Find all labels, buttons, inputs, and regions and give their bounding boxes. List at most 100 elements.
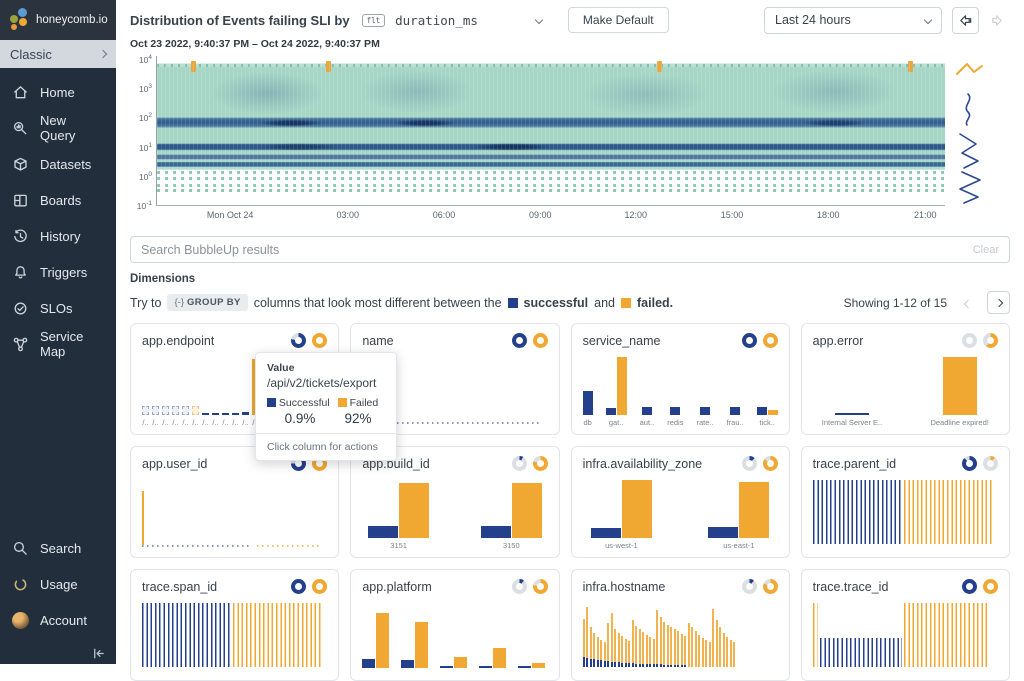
bar[interactable] [730,407,741,415]
bar[interactable] [635,664,638,667]
dimension-card[interactable]: infra.availability_zone us-west-1 us-east-… [570,446,790,558]
bar-group[interactable]: /.. [162,406,169,427]
make-default-button[interactable]: Make Default [567,7,669,33]
bar[interactable] [142,491,144,545]
bar[interactable] [603,661,606,667]
bar-group[interactable]: /.. [192,406,199,427]
dimension-card[interactable]: app.error Internal Server E.. Deadline exp… [800,323,1010,435]
bar-group[interactable]: us-east-1 [708,482,770,550]
bar[interactable] [729,640,732,667]
sidebar-item-history[interactable]: History [0,218,116,254]
bar[interactable] [586,658,589,667]
bar-group[interactable]: us-west-1 [590,480,652,550]
dimension-card[interactable]: trace.parent_id [800,446,1010,558]
bar[interactable] [670,407,681,415]
stripe-block[interactable] [812,480,902,544]
bar[interactable] [479,666,493,668]
bar-group[interactable]: 3151 [368,483,430,550]
bar-group[interactable]: Internal Server E.. [822,413,882,427]
dimension-card[interactable]: service_name db gat.. aut.. redis rate.. frau.… [570,323,790,435]
bar[interactable] [192,406,199,415]
bar[interactable] [739,482,770,538]
bar-group[interactable]: Deadline expired! [930,357,989,427]
previous-page-button[interactable] [963,296,973,310]
bar[interactable] [700,407,711,415]
field-selector[interactable]: duration_ms [395,13,478,28]
bar-group[interactable]: /.. [222,413,229,427]
bar[interactable] [605,408,616,415]
bar-group[interactable]: tick.. [756,407,778,427]
sidebar-item-search[interactable]: Search [0,530,116,566]
bar-group[interactable]: frau.. [727,407,744,427]
bar[interactable] [582,657,585,667]
sidebar-item-account[interactable]: Account [0,602,116,638]
bar[interactable] [607,661,610,667]
bar[interactable] [212,413,219,415]
logo[interactable]: honeycomb.io [0,0,116,40]
bar[interactable] [663,665,666,667]
bar[interactable] [454,657,468,668]
bar[interactable] [590,528,621,538]
bar[interactable] [368,526,399,538]
bar-group[interactable] [440,657,468,668]
dimension-card[interactable]: app.user_id [130,446,340,558]
bar[interactable] [733,642,736,667]
bar[interactable] [610,662,613,667]
sidebar-item-triggers[interactable]: Triggers [0,254,116,290]
bar[interactable] [415,622,429,668]
bar-group[interactable]: redis [667,407,683,427]
bar[interactable] [589,659,592,667]
bar-group[interactable]: /.. [202,413,209,427]
bar[interactable] [493,648,507,668]
bar[interactable] [715,620,718,667]
bar[interactable] [767,410,778,415]
bar[interactable] [687,623,690,667]
bar[interactable] [641,407,652,415]
bar[interactable] [694,631,697,667]
bar[interactable] [222,413,229,415]
bar[interactable] [152,406,159,415]
bar-group[interactable] [401,622,429,668]
bar[interactable] [708,527,739,538]
stripe-block[interactable] [820,637,902,667]
sidebar-item-slos[interactable]: SLOs [0,290,116,326]
bar[interactable] [162,406,169,415]
bar[interactable] [638,664,641,667]
bar-group[interactable]: aut.. [640,407,654,427]
bar[interactable] [172,406,179,415]
search-input[interactable] [141,242,973,257]
bar[interactable] [182,406,189,415]
bar[interactable] [691,627,694,667]
bar[interactable] [440,666,454,668]
sidebar-item-home[interactable]: Home [0,74,116,110]
bar[interactable] [582,391,593,415]
bar[interactable] [202,413,209,415]
bar[interactable] [652,664,655,667]
bar-group[interactable]: /.. [172,406,179,427]
stripe-block[interactable] [232,603,322,667]
bar[interactable] [666,665,669,667]
next-page-button[interactable] [987,291,1010,314]
bar-group[interactable]: /.. [242,412,249,427]
bar[interactable] [684,665,687,667]
bar[interactable] [942,357,977,415]
bar[interactable] [649,664,652,667]
time-back-button[interactable] [952,6,979,34]
bar[interactable] [712,609,715,667]
bar[interactable] [401,660,415,668]
bar-group[interactable]: /.. [232,413,239,427]
stripe-block[interactable] [903,603,989,667]
bar[interactable] [614,662,617,667]
dimension-card[interactable]: infra.hostname [570,569,790,681]
sidebar-item-datasets[interactable]: Datasets [0,146,116,182]
bar-group[interactable]: db [582,391,593,427]
time-forward-button[interactable] [983,7,1010,34]
bar[interactable] [142,406,149,415]
dimension-card[interactable]: trace.span_id [130,569,340,681]
bar-group[interactable] [479,648,507,668]
bar-group[interactable]: 3150 [480,483,542,550]
bar[interactable] [645,664,648,667]
bar[interactable] [756,407,767,415]
bar[interactable] [642,664,645,667]
sidebar-item-new-query[interactable]: New Query [0,110,116,146]
